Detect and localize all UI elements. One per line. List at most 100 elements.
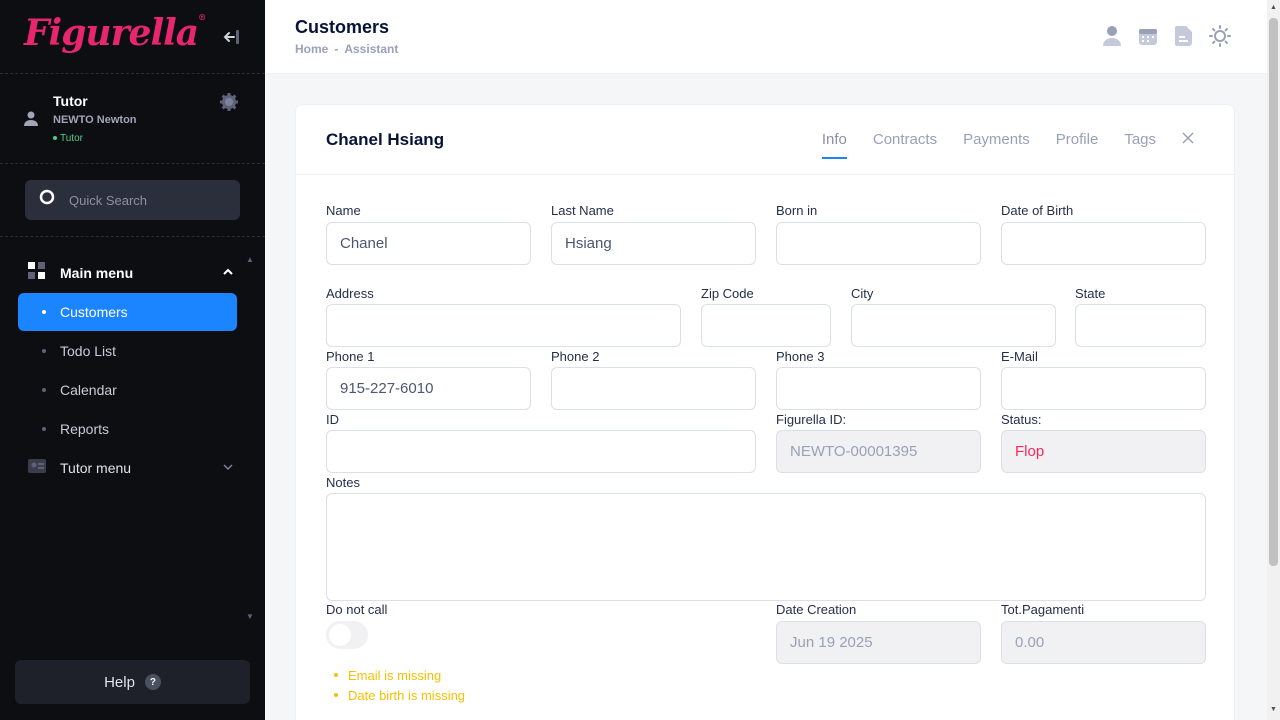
- bullet-icon: [42, 388, 46, 392]
- sidebar-item-label: Calendar: [60, 382, 117, 398]
- main-menu-label: Main menu: [60, 265, 134, 281]
- help-label: Help: [104, 673, 135, 691]
- user-icon[interactable]: [1101, 25, 1123, 47]
- page-title: Customers: [295, 17, 390, 37]
- state-field[interactable]: [1075, 304, 1206, 347]
- bullet-icon: [42, 310, 46, 314]
- search-icon: [39, 189, 57, 212]
- born-in-label: Born in: [776, 203, 818, 218]
- phone2-label: Phone 2: [551, 349, 600, 364]
- status-field: Flop: [1001, 430, 1206, 473]
- customer-tabs: Info Contracts Payments Profile Tags: [796, 131, 1194, 159]
- do-not-call-label: Do not call: [326, 602, 388, 617]
- page-scrollbar[interactable]: ▲ ▼: [1267, 0, 1280, 720]
- scroll-up-icon[interactable]: ▲: [246, 255, 254, 264]
- scroll-down-icon[interactable]: ▼: [1270, 706, 1277, 713]
- main-menu-toggle[interactable]: Main menu: [28, 261, 233, 283]
- born-in-field[interactable]: [776, 222, 981, 265]
- customer-name-title: Chanel Hsiang: [326, 130, 445, 149]
- bullet-icon: [42, 349, 46, 353]
- breadcrumb-home[interactable]: Home: [295, 42, 328, 56]
- sidebar-item-label: Reports: [60, 421, 110, 437]
- bullet-icon: [42, 427, 46, 431]
- id-field[interactable]: [326, 430, 756, 473]
- close-icon[interactable]: [1182, 131, 1194, 159]
- tab-tags[interactable]: Tags: [1124, 131, 1156, 159]
- sidebar-item-label: Customers: [60, 304, 128, 320]
- gear-icon[interactable]: [219, 92, 239, 112]
- city-field[interactable]: [851, 304, 1056, 347]
- tab-contracts[interactable]: Contracts: [873, 131, 937, 159]
- user-name: Tutor: [53, 93, 88, 109]
- figurella-id-label: Figurella ID:: [776, 412, 847, 427]
- email-field[interactable]: [1001, 367, 1206, 410]
- notes-label: Notes: [326, 475, 360, 490]
- breadcrumb-assistant[interactable]: Assistant: [344, 42, 398, 56]
- address-label: Address: [326, 286, 374, 301]
- search-placeholder: Quick Search: [69, 192, 148, 208]
- tab-profile[interactable]: Profile: [1056, 131, 1099, 159]
- chevron-down-icon: [223, 463, 233, 474]
- calendar-icon[interactable]: [1137, 25, 1159, 47]
- address-field[interactable]: [326, 304, 681, 347]
- tot-pagamenti-field: 0.00: [1001, 621, 1206, 664]
- user-icon: [22, 110, 40, 128]
- sidebar-item-calendar[interactable]: Calendar: [18, 371, 237, 409]
- help-button[interactable]: Help ?: [15, 660, 250, 704]
- sidebar-item-reports[interactable]: Reports: [18, 410, 237, 448]
- divider: [0, 73, 265, 74]
- tab-info[interactable]: Info: [821, 131, 847, 159]
- scrollbar-thumb[interactable]: [1269, 18, 1278, 566]
- customer-card: Chanel Hsiang Info Contracts Payments Pr…: [295, 104, 1235, 720]
- user-organization: NEWTO Newton: [53, 114, 137, 126]
- state-label: State: [1075, 286, 1106, 301]
- sun-icon[interactable]: [1209, 25, 1231, 47]
- quick-search-input[interactable]: Quick Search: [25, 180, 240, 220]
- id-label: ID: [326, 412, 339, 427]
- name-label: Name: [326, 203, 361, 218]
- sidebar-item-customers[interactable]: Customers: [18, 293, 237, 331]
- zip-label: Zip Code: [701, 286, 754, 301]
- dob-label: Date of Birth: [1001, 203, 1074, 218]
- city-label: City: [851, 286, 874, 301]
- status-label: Status:: [1001, 412, 1042, 427]
- notes-textarea[interactable]: [326, 493, 1206, 601]
- divider: [0, 236, 265, 237]
- date-creation-field: Jun 19 2025: [776, 621, 981, 664]
- phone2-field[interactable]: [551, 367, 756, 410]
- user-role-badge: Tutor: [53, 133, 83, 144]
- tutor-menu-toggle[interactable]: Tutor menu: [28, 458, 233, 478]
- scroll-up-icon[interactable]: ▲: [1270, 4, 1277, 11]
- phone1-label: Phone 1: [326, 349, 375, 364]
- dob-field[interactable]: [1001, 222, 1206, 265]
- email-label: E-Mail: [1001, 349, 1038, 364]
- app-logo[interactable]: Figurella®: [24, 12, 206, 54]
- card-header: Chanel Hsiang Info Contracts Payments Pr…: [296, 105, 1234, 175]
- chevron-up-icon: [223, 268, 233, 279]
- tutor-menu-label: Tutor menu: [60, 460, 132, 476]
- zip-field[interactable]: [701, 304, 831, 347]
- date-creation-label: Date Creation: [776, 602, 857, 617]
- phone1-field[interactable]: 915-227-6010: [326, 367, 531, 410]
- collapse-sidebar-icon[interactable]: [220, 26, 244, 48]
- figurella-id-field: NEWTO-00001395: [776, 430, 981, 473]
- phone3-field[interactable]: [776, 367, 981, 410]
- name-field[interactable]: Chanel: [326, 222, 531, 265]
- warning-item: Email is missing: [334, 665, 465, 685]
- do-not-call-toggle[interactable]: [326, 621, 368, 649]
- sidebar-item-todo-list[interactable]: Todo List: [18, 332, 237, 370]
- sidebar: Figurella® Tutor NEWTO Newton Tutor Quic…: [0, 0, 265, 720]
- sidebar-item-label: Todo List: [60, 343, 117, 359]
- divider: [0, 163, 265, 164]
- last-name-field[interactable]: Hsiang: [551, 222, 756, 265]
- scroll-down-icon[interactable]: ▼: [246, 612, 254, 621]
- phone3-label: Phone 3: [776, 349, 825, 364]
- breadcrumb: Home - Assistant: [295, 42, 399, 56]
- last-name-label: Last Name: [551, 203, 614, 218]
- page-header: Customers Home - Assistant: [265, 0, 1267, 74]
- warning-item: Date birth is missing: [334, 685, 465, 705]
- tab-payments[interactable]: Payments: [963, 131, 1030, 159]
- document-icon[interactable]: [1173, 25, 1195, 47]
- question-icon: ?: [144, 674, 161, 690]
- warnings-list: Email is missing Date birth is missing: [334, 665, 465, 705]
